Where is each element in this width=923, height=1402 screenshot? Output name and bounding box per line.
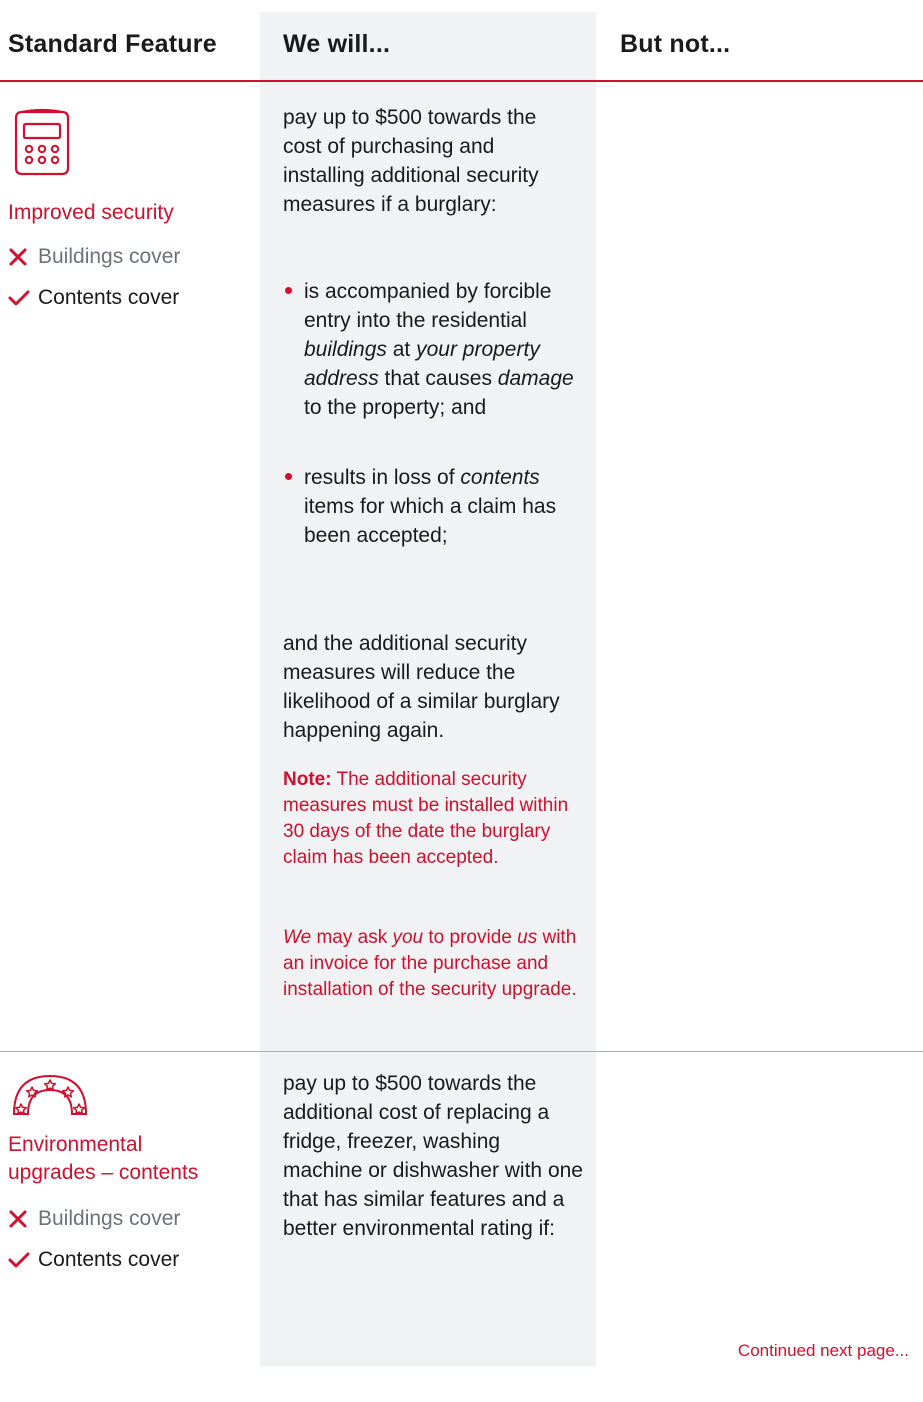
header-divider	[0, 80, 923, 82]
bullet-text: results in loss of contents items for wh…	[304, 466, 557, 547]
feature-title-improved-security: Improved security	[8, 201, 174, 224]
continued-next-page: Continued next page...	[737, 1341, 909, 1360]
bullet-text: is accompanied by forcible entry into th…	[304, 280, 574, 419]
environmental-intro-text: pay up to $500 towards the additional co…	[283, 1072, 583, 1240]
security-note: Note: The additional security measures m…	[283, 769, 569, 868]
cross-icon	[8, 247, 38, 267]
contents-cover-included: Contents cover	[8, 1246, 179, 1274]
buildings-cover-excluded: Buildings cover	[8, 1205, 180, 1233]
contents-cover-included: Contents cover	[8, 284, 179, 312]
buildings-cover-label: Buildings cover	[38, 1207, 181, 1230]
cross-icon	[8, 1209, 38, 1229]
security-invoice-note: We may ask you to provide us with an inv…	[283, 927, 577, 1000]
header-but-not: But not...	[620, 30, 731, 58]
bullet-dot	[285, 287, 292, 294]
buildings-cover-label: Buildings cover	[38, 245, 181, 268]
row-divider	[0, 1051, 923, 1052]
bullet-dot	[285, 473, 292, 480]
header-we-will: We will...	[283, 30, 391, 58]
check-icon	[8, 1250, 38, 1270]
feature-title-environmental-upgrades: Environmental upgrades – contents	[8, 1133, 199, 1184]
header-standard-feature: Standard Feature	[8, 30, 217, 58]
security-keypad-icon	[14, 108, 70, 176]
security-outro-text: and the additional security measures wil…	[283, 632, 560, 742]
buildings-cover-excluded: Buildings cover	[8, 243, 180, 271]
rating-stars-arc-icon	[12, 1074, 88, 1115]
security-intro-text: pay up to $500 towards the cost of purch…	[283, 106, 539, 216]
contents-cover-label: Contents cover	[38, 1248, 180, 1271]
contents-cover-label: Contents cover	[38, 286, 180, 309]
check-icon	[8, 288, 38, 308]
